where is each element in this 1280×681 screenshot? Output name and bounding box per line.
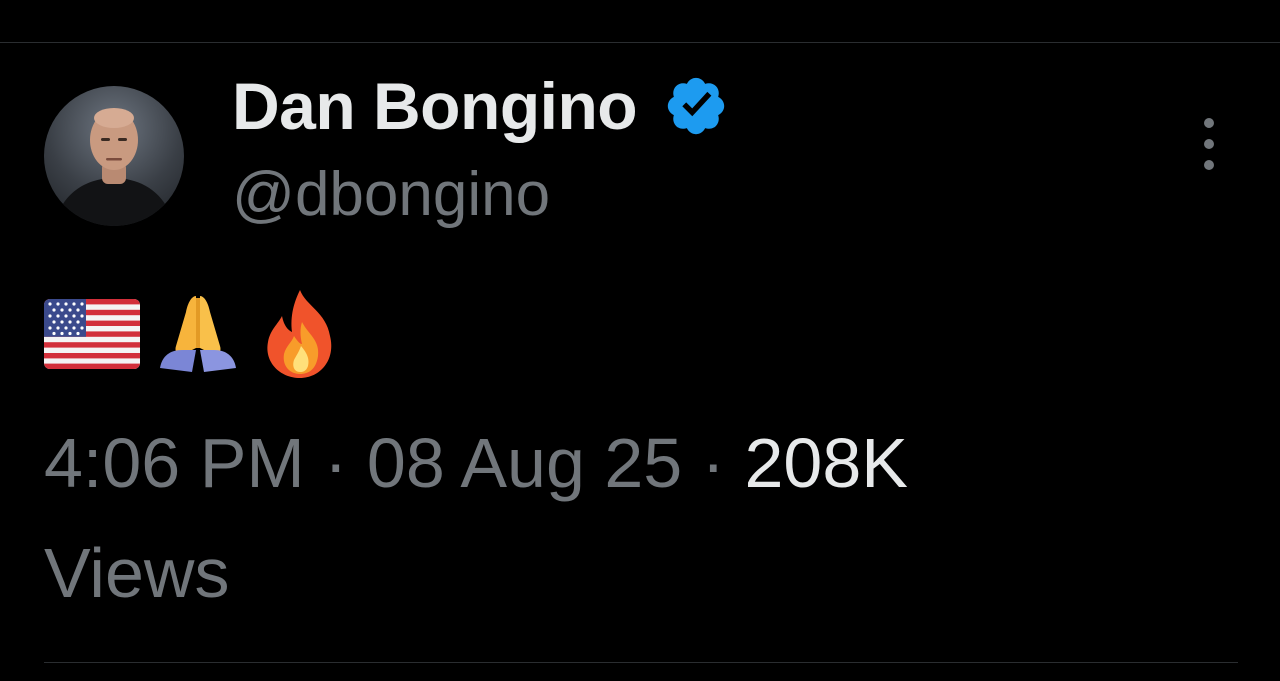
fire-emoji	[267, 290, 332, 378]
views-label[interactable]: Views	[44, 538, 229, 608]
top-divider	[0, 42, 1280, 43]
verified-badge-icon[interactable]	[663, 73, 729, 139]
meta-separator: ·	[304, 424, 367, 502]
views-count[interactable]: 208K	[744, 424, 907, 502]
meta-separator: ·	[682, 424, 745, 502]
author-handle[interactable]: @dbongino	[232, 164, 550, 226]
tweet-date[interactable]: 08 Aug 25	[367, 424, 682, 502]
more-options-button[interactable]	[1196, 118, 1222, 170]
display-name[interactable]: Dan Bongino	[232, 73, 638, 139]
more-dot	[1204, 139, 1214, 149]
folded-hands-emoji	[160, 296, 236, 372]
bottom-divider	[44, 662, 1238, 663]
more-vertical-icon	[1204, 118, 1214, 128]
tweet-time[interactable]: 4:06 PM	[44, 424, 305, 502]
avatar[interactable]	[44, 86, 184, 226]
profile-photo-icon	[54, 108, 174, 226]
tweet-text	[44, 286, 344, 382]
more-dot	[1204, 160, 1214, 170]
us-flag-emoji	[44, 299, 140, 369]
author-name-row: Dan Bongino	[232, 66, 729, 146]
tweet-meta: 4:06 PM · 08 Aug 25 · 208K	[44, 428, 908, 498]
